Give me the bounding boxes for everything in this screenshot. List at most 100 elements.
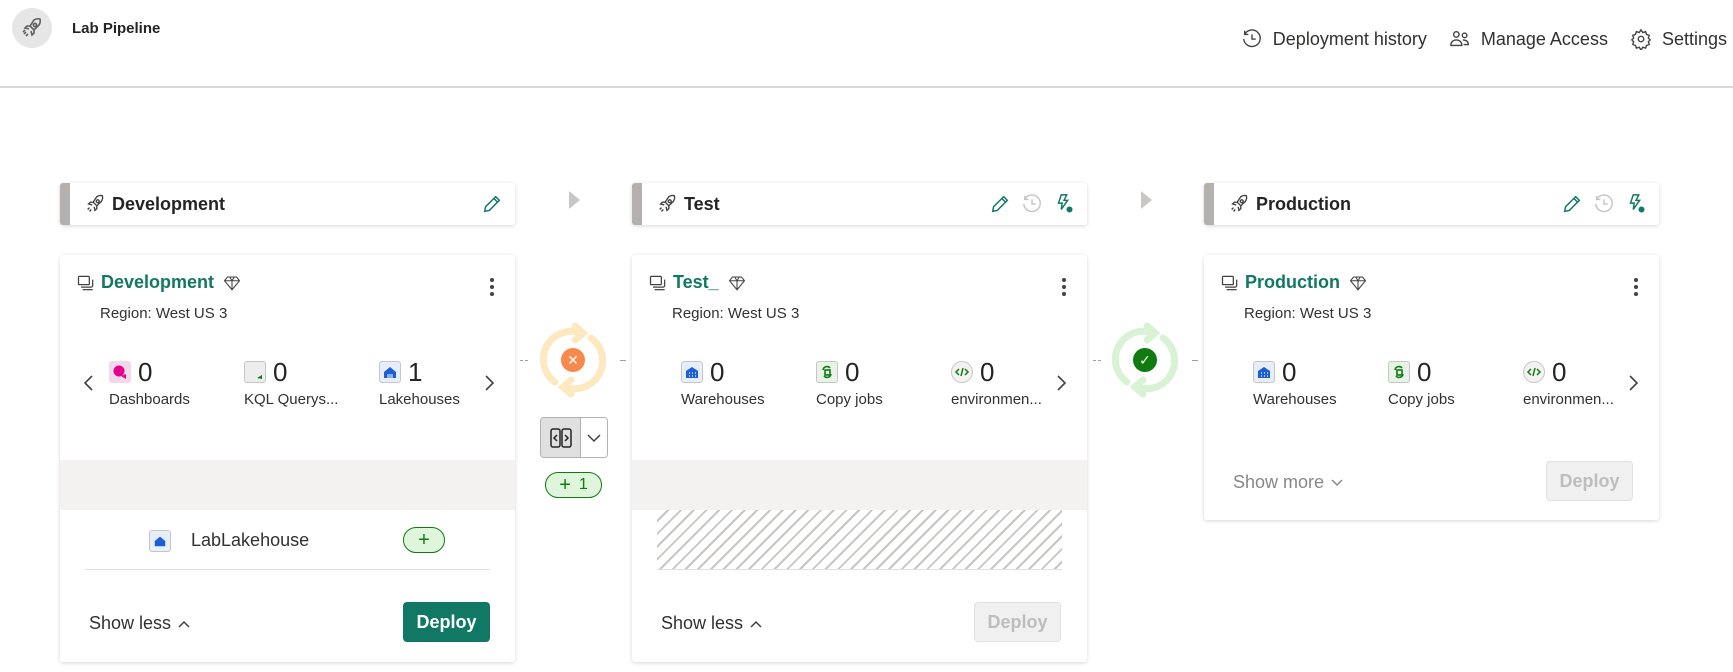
stage-drag-handle (632, 183, 642, 225)
chevron-down-icon (1331, 478, 1343, 486)
changed-item-row[interactable]: LabLakehouse + (85, 510, 490, 570)
toggle-label: Show more (1233, 472, 1325, 492)
item-label: Warehouses (1253, 391, 1337, 408)
chevron-right-icon[interactable] (480, 371, 498, 395)
connector-line (1192, 360, 1198, 361)
item-count: 0 (980, 357, 995, 387)
missing-item-placeholder (657, 510, 1062, 570)
dashboard-icon (109, 361, 131, 383)
status-different-icon[interactable]: ✕ (561, 348, 585, 372)
diff-count-badge[interactable]: + 1 (545, 472, 602, 498)
stage-name: Development (112, 193, 226, 214)
changed-item-name: LabLakehouse (191, 530, 310, 550)
item-count-copy-jobs[interactable]: 0 Copy jobs (816, 357, 946, 408)
premium-diamond-icon (728, 275, 745, 291)
item-count: 0 (1417, 357, 1432, 387)
deployment-rules-icon[interactable] (1625, 193, 1647, 215)
deploy-button[interactable]: Deploy (1546, 461, 1633, 501)
workspace-region: Region: West US 3 (1244, 305, 1372, 322)
people-icon (1450, 30, 1469, 47)
item-count-warehouses[interactable]: 0 Warehouses (681, 357, 811, 408)
item-count-copy-jobs[interactable]: 0 Copy jobs (1388, 357, 1518, 408)
top-bar: Lab Pipeline Deployment history Manage A… (0, 0, 1733, 88)
item-label: Copy jobs (1388, 391, 1455, 408)
diff-count: 1 (578, 476, 588, 493)
top-nav: Deployment history Manage Access Setting… (1241, 28, 1727, 50)
workspace-icon (77, 275, 94, 290)
lakehouse-icon (149, 530, 171, 552)
deployment-rules-icon[interactable] (1053, 193, 1075, 215)
plus-icon: + (418, 528, 430, 551)
item-label: Copy jobs (816, 391, 883, 408)
item-count: 1 (408, 357, 423, 387)
stage-card-production: Production Region: West US 3 0 Warehouse… (1204, 255, 1659, 520)
copy-job-icon (1388, 361, 1410, 383)
show-less-toggle[interactable]: Show less (661, 613, 763, 634)
compare-button[interactable] (540, 417, 608, 458)
rocket-icon (87, 194, 104, 212)
stage-arrow (569, 191, 580, 209)
compare-dropdown[interactable] (581, 418, 607, 457)
chevron-right-icon[interactable] (1052, 371, 1070, 395)
gear-icon (1630, 28, 1652, 50)
history-icon (1242, 29, 1261, 48)
chevron-up-icon (178, 620, 190, 628)
workspace-link[interactable]: Development (101, 272, 214, 293)
workspace-link[interactable]: Test_ (673, 272, 719, 293)
item-count: 0 (273, 357, 288, 387)
item-label: Dashboards (109, 391, 190, 408)
stage-header-production: Production (1204, 183, 1659, 225)
history-icon[interactable] (1593, 193, 1615, 215)
item-count: 0 (845, 357, 860, 387)
warehouse-icon (1253, 361, 1275, 383)
toggle-label: Show less (89, 613, 172, 633)
stage-name: Production (1256, 193, 1351, 214)
manage-access-button[interactable]: Manage Access (1449, 28, 1608, 50)
kql-queryset-icon (244, 361, 266, 383)
pipeline-avatar (12, 8, 52, 48)
compare-band (60, 460, 515, 510)
show-less-toggle[interactable]: Show less (89, 613, 191, 634)
deploy-button[interactable]: Deploy (403, 602, 490, 642)
more-options-button[interactable] (1627, 275, 1645, 299)
edit-icon[interactable] (1561, 193, 1583, 215)
history-icon[interactable] (1021, 193, 1043, 215)
stage-name: Test (684, 193, 720, 214)
item-count: 0 (138, 357, 153, 387)
item-count: 0 (1282, 357, 1297, 387)
settings-label: Settings (1661, 28, 1727, 49)
more-options-button[interactable] (1055, 275, 1073, 299)
connector-line (620, 360, 626, 361)
edit-icon[interactable] (989, 193, 1011, 215)
chevron-down-icon (587, 433, 601, 442)
workspace-region: Region: West US 3 (100, 305, 228, 322)
chevron-right-icon[interactable] (1624, 371, 1642, 395)
workspace-icon (649, 275, 666, 290)
item-summary: 0 Warehouses 0 Copy jobs 0 environmen... (632, 357, 1087, 427)
compare-icon[interactable] (541, 418, 581, 457)
stage-header-development: Development (60, 183, 515, 225)
item-count-kql-querysets[interactable]: 0 KQL Querys... (244, 357, 374, 408)
environment-icon (951, 361, 973, 383)
stage-arrow (1141, 191, 1152, 209)
status-synced-icon[interactable]: ✓ (1133, 348, 1157, 372)
settings-button[interactable]: Settings (1630, 28, 1727, 50)
more-options-button[interactable] (483, 275, 501, 299)
item-count-dashboards[interactable]: 0 Dashboards (109, 357, 239, 408)
deployment-history-button[interactable]: Deployment history (1241, 28, 1427, 50)
rocket-icon (22, 17, 42, 37)
show-more-toggle[interactable]: Show more (1233, 472, 1344, 493)
stage-drag-handle (60, 183, 70, 225)
rocket-icon (1231, 194, 1248, 212)
rocket-icon (659, 194, 676, 212)
environment-icon (1523, 361, 1545, 383)
item-count: 0 (1552, 357, 1567, 387)
edit-icon[interactable] (481, 193, 503, 215)
plus-icon: + (559, 474, 571, 496)
workspace-link[interactable]: Production (1245, 272, 1340, 293)
deploy-button[interactable]: Deploy (974, 602, 1061, 642)
item-count-warehouses[interactable]: 0 Warehouses (1253, 357, 1383, 408)
connector-line (1093, 360, 1101, 361)
toggle-label: Show less (661, 613, 744, 633)
item-label: KQL Querys... (244, 391, 339, 408)
